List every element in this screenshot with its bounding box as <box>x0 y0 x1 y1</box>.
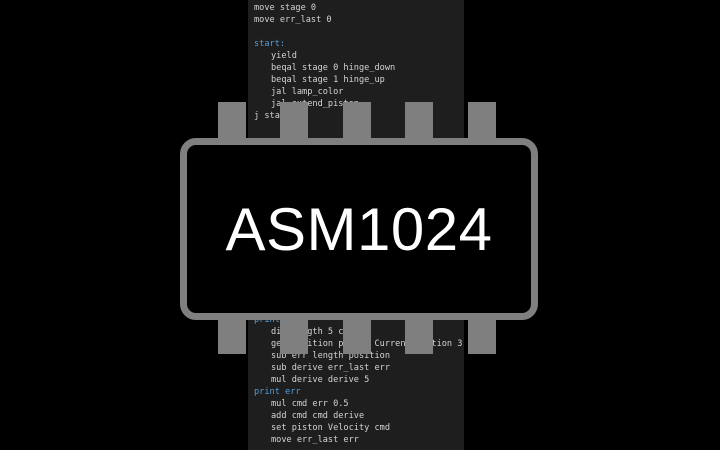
chip-icon: ASM1024 <box>0 0 720 450</box>
thumbnail-canvas: move stage 0 move err_last 0 start: yiel… <box>0 0 720 450</box>
chip-title: ASM1024 <box>225 195 493 263</box>
